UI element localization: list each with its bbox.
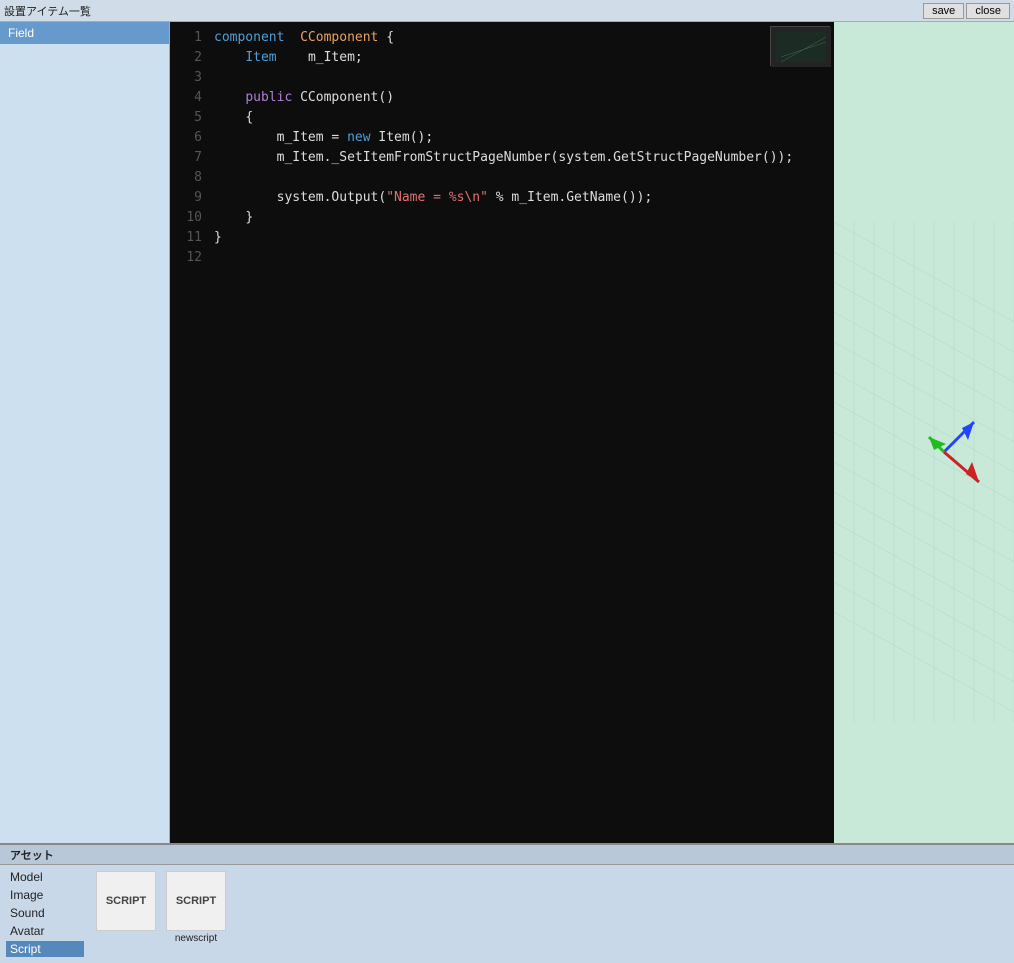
sidebar-item-field[interactable]: Field bbox=[0, 22, 169, 44]
asset-label-1: newscript bbox=[175, 933, 217, 944]
code-editor: 12345 678910 1112 component CComponent {… bbox=[170, 22, 834, 843]
bottom-panel: アセット Model Image Sound Avatar Script SCR… bbox=[0, 843, 1014, 963]
code-content[interactable]: component CComponent { Item m_Item; publ… bbox=[206, 22, 834, 843]
main-area: Field 12345 678910 1112 component CCompo… bbox=[0, 22, 1014, 843]
bottom-tabs: アセット bbox=[0, 845, 1014, 865]
code-editor-area[interactable]: 12345 678910 1112 component CComponent {… bbox=[170, 22, 834, 843]
close-button[interactable]: close bbox=[966, 3, 1010, 19]
left-sidebar: Field bbox=[0, 22, 170, 843]
asset-nav-model[interactable]: Model bbox=[6, 869, 84, 885]
bottom-content: Model Image Sound Avatar Script SCRIPT S… bbox=[0, 865, 1014, 963]
thumbnail-preview bbox=[770, 26, 830, 66]
viewport-3d bbox=[834, 22, 1014, 843]
asset-nav-sound[interactable]: Sound bbox=[6, 905, 84, 921]
asset-nav-image[interactable]: Image bbox=[6, 887, 84, 903]
asset-nav-script[interactable]: Script bbox=[6, 941, 84, 957]
asset-icon-0: SCRIPT bbox=[96, 871, 156, 931]
asset-grid: SCRIPT SCRIPT newscript bbox=[90, 865, 1014, 963]
asset-item-1[interactable]: SCRIPT newscript bbox=[166, 871, 226, 944]
asset-nav: Model Image Sound Avatar Script bbox=[0, 865, 90, 963]
top-bar: 設置アイテム一覧 save close bbox=[0, 0, 1014, 22]
asset-icon-1: SCRIPT bbox=[166, 871, 226, 931]
line-numbers: 12345 678910 1112 bbox=[170, 22, 206, 843]
asset-nav-avatar[interactable]: Avatar bbox=[6, 923, 84, 939]
asset-item-0[interactable]: SCRIPT bbox=[96, 871, 156, 933]
assets-tab-label: アセット bbox=[4, 847, 60, 863]
save-button[interactable]: save bbox=[923, 3, 964, 19]
panel-title: 設置アイテム一覧 bbox=[4, 3, 921, 19]
